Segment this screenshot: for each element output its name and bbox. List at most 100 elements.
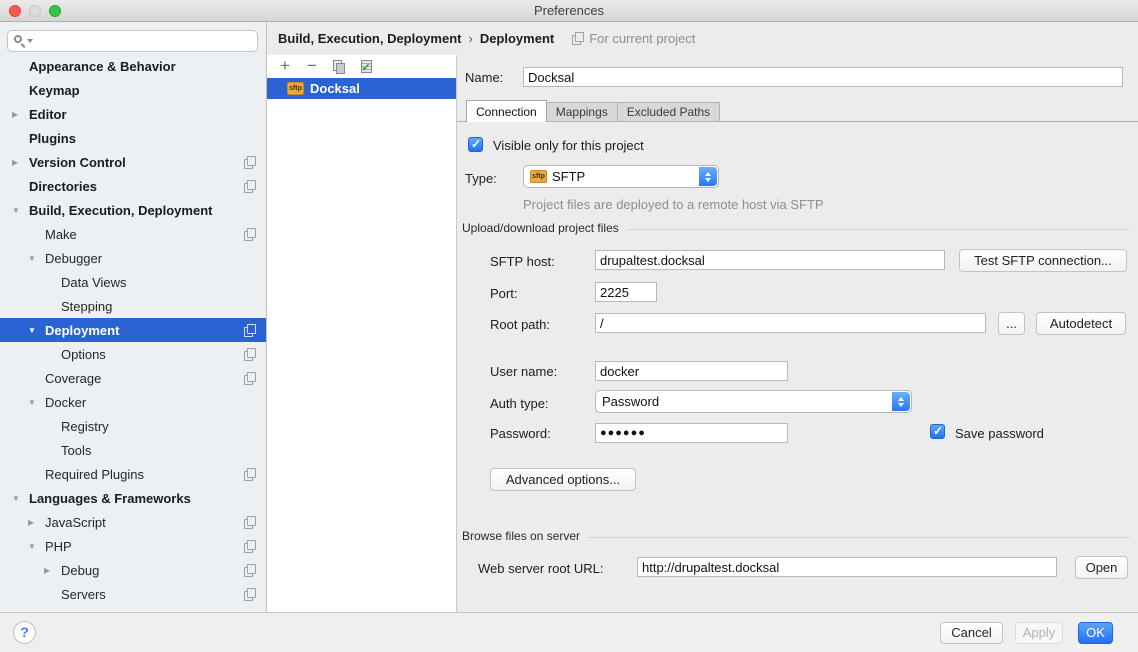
sidebar-item-stepping[interactable]: Stepping <box>0 294 266 318</box>
sidebar-item-tools[interactable]: Tools <box>0 438 266 462</box>
ok-button[interactable]: OK <box>1078 622 1113 644</box>
upload-section-header: Upload/download project files <box>462 221 1130 235</box>
chevron-right-icon[interactable] <box>12 110 29 119</box>
shared-settings-icon <box>244 516 256 529</box>
copy-icon <box>333 60 346 74</box>
tab-label: Excluded Paths <box>627 105 710 119</box>
chevron-down-icon[interactable] <box>28 326 45 335</box>
breadcrumb: Build, Execution, Deployment › Deploymen… <box>267 22 1138 55</box>
sidebar-item-debugger[interactable]: Debugger <box>0 246 266 270</box>
sftp-host-field[interactable] <box>595 250 945 270</box>
title-bar: Preferences <box>0 0 1138 22</box>
type-select[interactable]: sftp SFTP <box>523 165 719 188</box>
sidebar-item-make[interactable]: Make <box>0 222 266 246</box>
type-label: Type: <box>465 171 497 186</box>
user-name-field[interactable] <box>595 361 788 381</box>
advanced-options-button[interactable]: Advanced options... <box>490 468 636 491</box>
sidebar-item-appearance-behavior[interactable]: Appearance & Behavior <box>0 54 266 78</box>
main-panel: Build, Execution, Deployment › Deploymen… <box>267 22 1138 612</box>
sftp-host-label: SFTP host: <box>490 254 555 269</box>
scope-label: For current project <box>589 31 695 46</box>
shared-settings-icon <box>244 228 256 241</box>
chevron-down-icon[interactable] <box>12 206 29 215</box>
chevron-right-icon[interactable] <box>12 158 29 167</box>
add-server-button[interactable] <box>276 58 294 76</box>
autodetect-button[interactable]: Autodetect <box>1036 312 1126 335</box>
stepper-icon <box>892 392 910 411</box>
root-path-field[interactable] <box>595 313 986 333</box>
web-root-field[interactable] <box>637 557 1057 577</box>
server-name: Docksal <box>310 81 360 96</box>
search-input[interactable] <box>7 30 258 52</box>
sidebar-item-required-plugins[interactable]: Required Plugins <box>0 462 266 486</box>
chevron-right-icon[interactable] <box>44 566 61 575</box>
test-connection-button[interactable]: Test SFTP connection... <box>959 249 1127 272</box>
chevron-right-icon[interactable] <box>28 518 45 527</box>
apply-button[interactable]: Apply <box>1015 622 1063 644</box>
chevron-down-icon <box>27 39 33 43</box>
sidebar-item-registry[interactable]: Registry <box>0 414 266 438</box>
auth-type-select[interactable]: Password <box>595 390 912 413</box>
sftp-file-icon: sftp <box>287 82 304 95</box>
save-password-checkbox[interactable] <box>930 424 945 439</box>
shared-settings-icon <box>244 564 256 577</box>
open-button[interactable]: Open <box>1075 556 1128 579</box>
use-as-default-button[interactable] <box>357 58 375 76</box>
remove-server-button[interactable] <box>303 58 321 76</box>
password-field[interactable] <box>595 423 788 443</box>
settings-tree: Appearance & Behavior Keymap Editor Plug… <box>0 54 266 612</box>
shared-settings-icon <box>244 588 256 601</box>
sidebar-item-version-control[interactable]: Version Control <box>0 150 266 174</box>
web-root-label: Web server root URL: <box>478 561 603 576</box>
shared-settings-icon <box>572 32 584 45</box>
deployment-form: Name: Connection Mappings Excluded Paths… <box>457 55 1138 612</box>
visible-only-checkbox[interactable] <box>468 137 483 152</box>
sidebar-item-options[interactable]: Options <box>0 342 266 366</box>
shared-settings-icon <box>244 156 256 169</box>
chevron-down-icon[interactable] <box>12 494 29 503</box>
check-list-icon <box>361 60 372 73</box>
sidebar-item-docker[interactable]: Docker <box>0 390 266 414</box>
port-label: Port: <box>490 286 517 301</box>
shared-settings-icon <box>244 180 256 193</box>
settings-sidebar: Appearance & Behavior Keymap Editor Plug… <box>0 22 267 612</box>
sidebar-item-languages-frameworks[interactable]: Languages & Frameworks <box>0 486 266 510</box>
section-title: Browse files on server <box>462 529 580 543</box>
name-field[interactable] <box>523 67 1123 87</box>
server-list-item[interactable]: sftp Docksal <box>267 78 456 99</box>
sidebar-item-plugins[interactable]: Plugins <box>0 126 266 150</box>
search-area <box>0 22 266 54</box>
sidebar-item-php[interactable]: PHP <box>0 534 266 558</box>
copy-server-button[interactable] <box>330 58 348 76</box>
sidebar-item-coverage[interactable]: Coverage <box>0 366 266 390</box>
browse-root-path-button[interactable]: ... <box>998 312 1025 335</box>
sidebar-item-build-execution-deployment[interactable]: Build, Execution, Deployment <box>0 198 266 222</box>
sftp-file-icon: sftp <box>530 170 547 183</box>
sidebar-item-directories[interactable]: Directories <box>0 174 266 198</box>
tab-mappings[interactable]: Mappings <box>547 102 618 122</box>
sidebar-item-deployment[interactable]: Deployment <box>0 318 266 342</box>
sidebar-item-keymap[interactable]: Keymap <box>0 78 266 102</box>
breadcrumb-parent[interactable]: Build, Execution, Deployment <box>278 31 461 46</box>
sidebar-item-debug[interactable]: Debug <box>0 558 266 582</box>
sidebar-item-data-views[interactable]: Data Views <box>0 270 266 294</box>
type-value: SFTP <box>552 169 585 184</box>
browse-section-header: Browse files on server <box>462 529 1130 543</box>
port-field[interactable] <box>595 282 657 302</box>
breadcrumb-separator: › <box>468 31 472 46</box>
chevron-down-icon[interactable] <box>28 542 45 551</box>
breadcrumb-current: Deployment <box>480 31 554 46</box>
sidebar-item-editor[interactable]: Editor <box>0 102 266 126</box>
section-divider <box>627 229 1130 230</box>
tab-excluded-paths[interactable]: Excluded Paths <box>618 102 720 122</box>
sidebar-item-javascript[interactable]: JavaScript <box>0 510 266 534</box>
plus-icon <box>280 57 290 76</box>
tab-connection[interactable]: Connection <box>466 100 547 122</box>
chevron-down-icon[interactable] <box>28 254 45 263</box>
help-button[interactable]: ? <box>13 621 36 644</box>
sidebar-item-servers[interactable]: Servers <box>0 582 266 606</box>
tab-label: Connection <box>476 105 537 119</box>
cancel-button[interactable]: Cancel <box>940 622 1003 644</box>
chevron-down-icon[interactable] <box>28 398 45 407</box>
search-icon <box>14 35 22 43</box>
